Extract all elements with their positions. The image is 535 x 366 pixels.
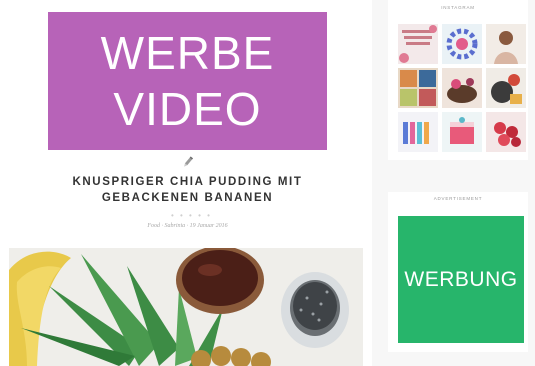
instagram-tile-books[interactable] xyxy=(398,112,438,152)
instagram-tile-collage[interactable] xyxy=(398,68,438,108)
instagram-widget: INSTAGRAM xyxy=(388,0,528,160)
food-photo xyxy=(9,248,363,366)
instagram-tile-fruit[interactable] xyxy=(486,68,526,108)
instagram-grid xyxy=(398,24,526,152)
instagram-tile-pencils[interactable] xyxy=(442,24,482,64)
post-title[interactable]: KNUSPRIGER CHIA PUDDING MIT GEBACKENEN B… xyxy=(48,174,327,206)
instagram-tile-food[interactable] xyxy=(442,68,482,108)
instagram-tile-portrait[interactable] xyxy=(486,24,526,64)
advertisement-banner[interactable]: WERBUNG xyxy=(398,216,524,343)
post-meta: Food · Sabrinia · 19 Januar 2016 xyxy=(147,223,228,229)
instagram-tile-quote[interactable] xyxy=(398,24,438,64)
advertisement-widget: ADVERTISEMENT WERBUNG xyxy=(388,192,528,352)
blog-post-card: WERBE VIDEO KNUSPRIGER CHIA PUDDING MIT … xyxy=(0,0,372,366)
advertisement-widget-title: ADVERTISEMENT xyxy=(433,196,483,201)
promo-video-line1: WERBE xyxy=(100,27,275,79)
promo-video-line2: VIDEO xyxy=(113,83,262,135)
pencil-icon xyxy=(184,156,194,167)
instagram-widget-title: INSTAGRAM xyxy=(441,5,475,10)
instagram-tile-berries[interactable] xyxy=(486,112,526,152)
post-title-line1: KNUSPRIGER CHIA PUDDING MIT xyxy=(72,176,303,188)
post-title-line2: GEBACKENEN BANANEN xyxy=(101,192,274,204)
instagram-tile-cake[interactable] xyxy=(442,112,482,152)
title-divider: • • • • • xyxy=(171,211,212,220)
post-featured-image[interactable] xyxy=(9,248,363,366)
promo-video-placeholder[interactable]: WERBE VIDEO xyxy=(48,12,327,150)
